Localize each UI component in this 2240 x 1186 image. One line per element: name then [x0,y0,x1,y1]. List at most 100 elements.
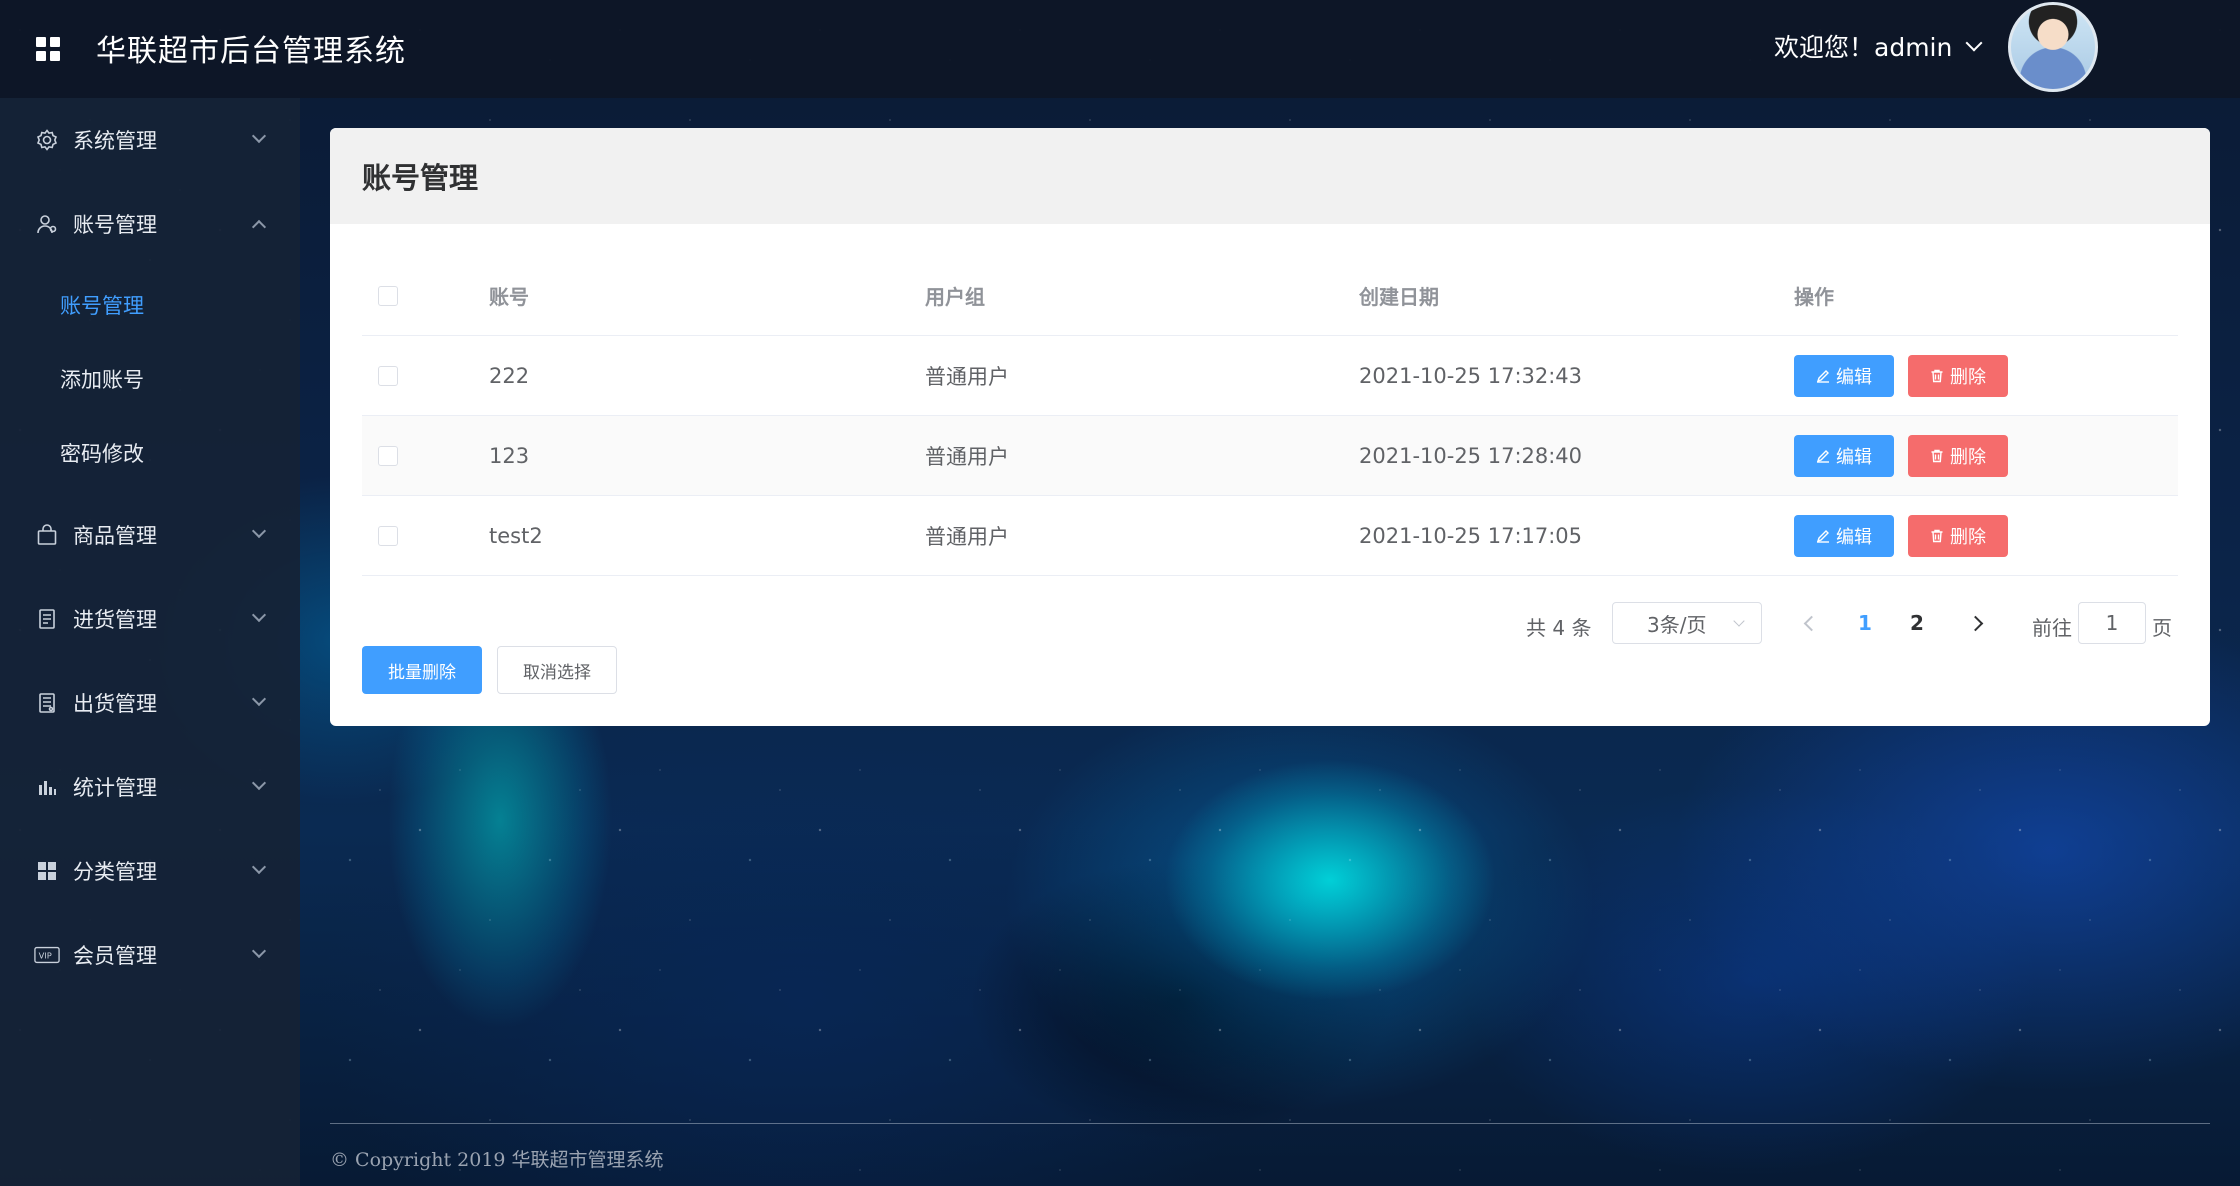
sidebar-item-label: 统计管理 [73,776,157,800]
sidebar-item-category[interactable]: 分类管理 [0,829,300,913]
chevron-down-icon [251,775,267,791]
row-select-cell [378,416,398,495]
page-size-value: 3条/页 [1647,612,1707,637]
sidebar-item-label: 商品管理 [73,524,157,548]
account-cell: test2 [489,523,543,548]
account-cell: 123 [489,443,530,468]
sidebar-item-shipment[interactable]: 出货管理 [0,661,300,745]
sidebar-item-system[interactable]: 系统管理 [0,98,300,182]
delete-label: 删除 [1950,526,1986,548]
chevron-down-icon [251,943,267,959]
edit-button[interactable]: 编辑 [1794,434,1894,477]
chevron-up-icon [251,219,267,235]
chevron-down-icon [251,607,267,623]
column-header-account[interactable]: 账号 [489,256,529,335]
actions-cell: 编辑 删除 [1794,496,2008,575]
submenu-item-change-password[interactable]: 密码修改 [0,416,300,490]
edit-button[interactable]: 编辑 [1794,354,1894,397]
date-cell: 2021-10-25 17:32:43 [1359,363,1583,388]
group-cell: 普通用户 [925,524,1009,549]
next-page-button[interactable] [1966,612,1990,636]
user-dropdown[interactable]: 欢迎您！admin [1774,28,1983,64]
account-management-card: 账号管理 账号 用户组 创建日期 操作 222 普通用户 2021-10-25 … [330,128,2210,726]
edit-label: 编辑 [1836,526,1872,548]
submenu-label: 添加账号 [60,368,144,392]
footer-copyright: © Copyright 2019 华联超市管理系统 [330,1149,664,1171]
chevron-down-icon [1733,615,1745,627]
top-header: 华联超市后台管理系统 欢迎您！admin [0,0,2240,98]
row-select-cell [378,336,398,415]
actions-cell: 编辑 删除 [1794,336,2008,415]
table-row: test2 普通用户 2021-10-25 17:17:05 编辑 删除 [362,496,2178,576]
sidebar-item-label: 出货管理 [73,692,157,716]
delete-button[interactable]: 删除 [1908,514,2008,557]
avatar[interactable] [2008,2,2098,92]
card-title: 账号管理 [330,128,2210,224]
grid-menu-icon[interactable] [36,37,60,61]
sidebar-item-label: 分类管理 [73,860,157,884]
sidebar-item-statistics[interactable]: 统计管理 [0,745,300,829]
page-number-1[interactable]: 1 [1858,611,1872,635]
table-row: 123 普通用户 2021-10-25 17:28:40 编辑 删除 [362,416,2178,496]
vip-icon: VIP [34,942,60,968]
sidebar-item-label: 账号管理 [73,213,157,237]
select-all-checkbox[interactable] [378,285,398,306]
edit-icon [1816,449,1829,463]
sidebar: 系统管理 账号管理 账号管理 添加账号 密码修改 商品管理 进货管理 出货管理 [0,98,300,1186]
column-header-group[interactable]: 用户组 [925,256,985,335]
chevron-down-icon [1965,34,1983,52]
edit-label: 编辑 [1836,366,1872,388]
trash-icon [1931,369,1943,382]
goto-page-input[interactable] [2078,602,2146,644]
sidebar-item-account[interactable]: 账号管理 [0,182,300,266]
sidebar-item-goods[interactable]: 商品管理 [0,493,300,577]
column-header-date[interactable]: 创建日期 [1359,256,1439,335]
delete-button[interactable]: 删除 [1908,434,2008,477]
select-all-cell [378,256,398,335]
edit-icon [1816,529,1829,543]
submenu-label: 密码修改 [60,442,144,466]
edit-icon [1816,369,1829,383]
grid-icon [34,858,60,884]
page-size-select[interactable]: 3条/页 [1612,602,1762,644]
submenu-item-account-manage[interactable]: 账号管理 [0,268,300,342]
cancel-selection-button[interactable]: 取消选择 [497,646,617,694]
bulk-delete-button[interactable]: 批量删除 [362,646,482,694]
row-checkbox[interactable] [378,365,398,386]
welcome-text: 欢迎您！admin [1774,33,1953,62]
trash-icon [1931,529,1943,542]
date-cell: 2021-10-25 17:28:40 [1359,443,1583,468]
delete-button[interactable]: 删除 [1908,354,2008,397]
edit-button[interactable]: 编辑 [1794,514,1894,557]
chevron-down-icon [251,859,267,875]
group-cell: 普通用户 [925,444,1009,469]
sidebar-item-purchase[interactable]: 进货管理 [0,577,300,661]
delete-label: 删除 [1950,446,1986,468]
prev-page-button[interactable] [1798,612,1822,636]
submenu-label: 账号管理 [60,294,144,318]
delete-label: 删除 [1950,366,1986,388]
actions-cell: 编辑 删除 [1794,416,2008,495]
gear-icon [34,127,60,153]
app-title: 华联超市后台管理系统 [96,34,406,69]
column-header-actions: 操作 [1794,285,1834,309]
page-number-2[interactable]: 2 [1910,611,1924,635]
goto-label: 前往 [2032,616,2072,640]
sidebar-item-member[interactable]: VIP 会员管理 [0,913,300,997]
shopping-bag-icon [34,522,60,548]
chevron-down-icon [251,523,267,539]
footer-divider [330,1123,2210,1124]
bar-chart-icon [34,774,60,800]
row-checkbox[interactable] [378,525,398,546]
pagination: 共 4 条 3条/页 1 2 前往 页 [330,602,2210,646]
document-icon [34,606,60,632]
pagination-total: 共 4 条 [1526,616,1592,640]
group-cell: 普通用户 [925,364,1009,389]
table-row: 222 普通用户 2021-10-25 17:32:43 编辑 删除 [362,336,2178,416]
accounts-table: 账号 用户组 创建日期 操作 222 普通用户 2021-10-25 17:32… [362,256,2178,576]
table-header: 账号 用户组 创建日期 操作 [362,256,2178,336]
account-cell: 222 [489,363,530,388]
sidebar-item-label: 进货管理 [73,608,157,632]
row-checkbox[interactable] [378,445,398,466]
submenu-item-add-account[interactable]: 添加账号 [0,342,300,416]
